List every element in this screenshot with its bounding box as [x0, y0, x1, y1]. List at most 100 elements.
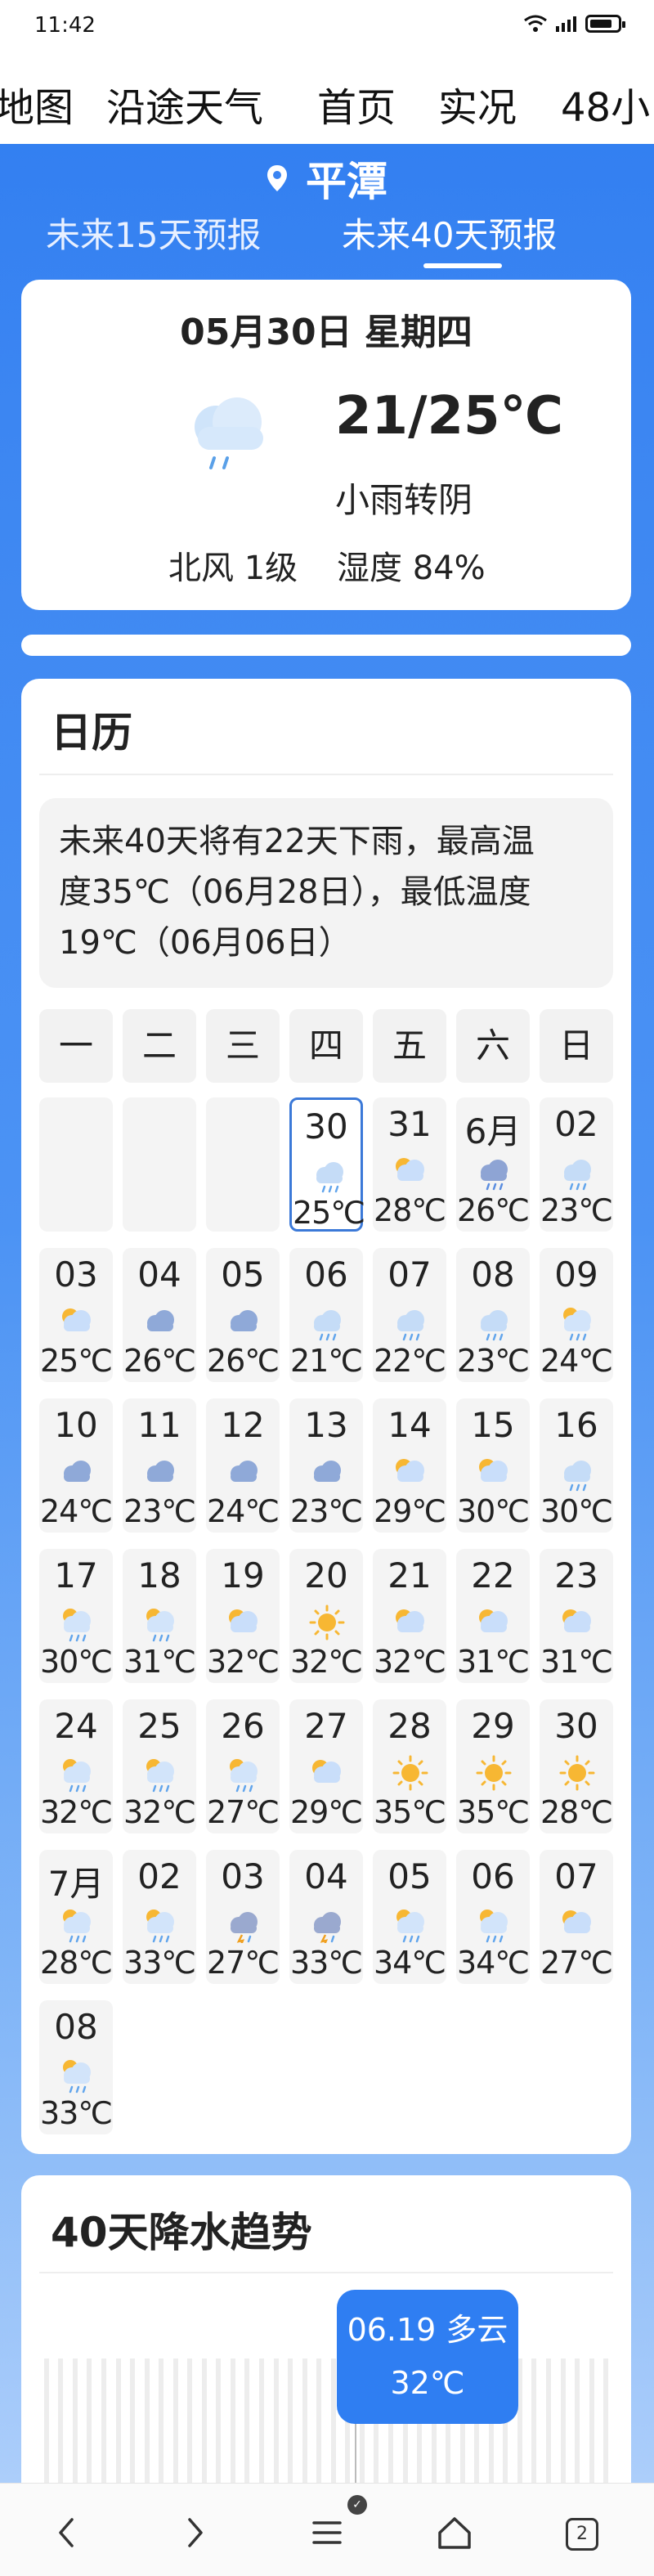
day-temp: 23℃ [123, 1493, 196, 1529]
status-bar: 11:42 [0, 0, 654, 54]
calendar-day-cell[interactable]: 10 24℃ [39, 1398, 113, 1533]
day-temp: 25℃ [39, 1343, 113, 1379]
tab-home[interactable]: 首页 [317, 75, 396, 132]
tab-40-day-forecast[interactable]: 未来40天预报 [342, 208, 557, 258]
tab-live[interactable]: 实况 [438, 75, 517, 132]
day-temp: 30℃ [540, 1493, 613, 1529]
day-temp: 28℃ [373, 1192, 446, 1228]
calendar-day-cell[interactable]: 03 25℃ [39, 1248, 113, 1382]
calendar-day-cell[interactable]: 30 25℃ [289, 1097, 365, 1232]
location-header[interactable]: 平潭 [0, 149, 654, 208]
weekday-label: 二 [123, 1009, 196, 1083]
partly-cloudy-icon [562, 1609, 591, 1632]
partly-cloudy-icon [396, 1459, 424, 1482]
calendar-day-cell[interactable]: 07 22℃ [373, 1248, 446, 1382]
day-temp: 24℃ [39, 1493, 113, 1529]
calendar-day-cell[interactable]: 12 24℃ [206, 1398, 280, 1533]
sun-rain-icon [146, 1910, 174, 1943]
calendar-day-cell[interactable]: 23 31℃ [540, 1549, 613, 1683]
back-icon[interactable] [43, 2508, 92, 2557]
day-number: 22 [471, 1555, 515, 1595]
calendar-day-cell[interactable]: 22 31℃ [456, 1549, 530, 1683]
empty-day-cell [39, 1097, 113, 1232]
calendar-day-cell[interactable]: 19 32℃ [206, 1549, 280, 1683]
selected-day-card: 05月30日 星期四 21/25℃ 小雨转阴 北风 1级 湿度 84% [21, 280, 631, 610]
day-number: 06 [471, 1856, 515, 1896]
calendar-day-cell[interactable]: 20 32℃ [289, 1549, 363, 1683]
home-icon[interactable] [430, 2508, 479, 2557]
calendar-day-cell[interactable]: 26 27℃ [206, 1699, 280, 1833]
calendar-day-cell[interactable]: 03 27℃ [206, 1850, 280, 1984]
calendar-day-cell[interactable]: 05 26℃ [206, 1248, 280, 1382]
day-number: 31 [387, 1104, 432, 1144]
calendar-day-cell[interactable]: 29 35℃ [456, 1699, 530, 1833]
calendar-day-cell[interactable]: 04 33℃ [289, 1850, 363, 1984]
day-temp: 33℃ [39, 2095, 113, 2131]
day-number: 04 [137, 1254, 181, 1295]
calendar-day-cell[interactable]: 25 32℃ [123, 1699, 196, 1833]
light-rain-icon [316, 1162, 343, 1193]
tab-48-hours[interactable]: 48小 [561, 75, 650, 132]
day-number: 18 [137, 1555, 181, 1595]
summary-line: 度35℃（06月28日），最低温度 [59, 873, 531, 911]
day-number: 08 [54, 2007, 98, 2047]
calendar-day-cell[interactable]: 17 30℃ [39, 1549, 113, 1683]
selected-wind: 北风 1级 [168, 550, 298, 587]
calendar-day-cell[interactable]: 05 34℃ [373, 1850, 446, 1984]
calendar-day-cell[interactable]: 15 30℃ [456, 1398, 530, 1533]
calendar-day-cell[interactable]: 27 29℃ [289, 1699, 363, 1833]
tabs-count-button[interactable]: 2 [566, 2518, 598, 2551]
day-temp: 33℃ [289, 1945, 363, 1981]
day-temp: 23℃ [456, 1343, 530, 1379]
cloudy-icon [147, 1310, 174, 1331]
sun-icon [476, 1755, 512, 1791]
light-rain-icon [397, 1310, 424, 1341]
forecast-tabs: 未来15天预报 未来40天预报 [0, 208, 654, 273]
day-number: 03 [221, 1856, 265, 1896]
calendar-day-cell[interactable]: 6月 26℃ [456, 1097, 530, 1232]
tab-map[interactable]: 地图 [0, 75, 74, 132]
calendar-day-cell[interactable]: 30 28℃ [540, 1699, 613, 1833]
calendar-day-cell[interactable]: 02 23℃ [540, 1097, 613, 1232]
selected-date: 05月30日 星期四 [180, 312, 473, 353]
calendar-day-cell[interactable]: 31 28℃ [373, 1097, 446, 1232]
calendar-day-cell[interactable]: 13 23℃ [289, 1398, 363, 1533]
menu-icon[interactable] [302, 2508, 352, 2557]
calendar-day-cell[interactable]: 28 35℃ [373, 1699, 446, 1833]
partly-cloudy-icon [562, 1910, 591, 1933]
calendar-day-cell[interactable]: 02 33℃ [123, 1850, 196, 1984]
calendar-day-cell[interactable]: 04 26℃ [123, 1248, 196, 1382]
weekday-label: 六 [456, 1009, 530, 1083]
calendar-day-cell[interactable]: 07 27℃ [540, 1850, 613, 1984]
day-temp: 23℃ [540, 1192, 613, 1228]
day-number: 17 [54, 1555, 98, 1595]
tab-15-day-forecast[interactable]: 未来15天预报 [46, 208, 261, 258]
calendar-day-cell[interactable]: 11 23℃ [123, 1398, 196, 1533]
tab-route-weather[interactable]: 沿途天气 [106, 75, 263, 132]
calendar-day-cell[interactable]: 24 32℃ [39, 1699, 113, 1833]
day-number: 19 [221, 1555, 265, 1595]
location-name: 平潭 [306, 158, 387, 205]
weekday-label: 四 [289, 1009, 363, 1083]
sun-rain-icon [563, 1308, 591, 1341]
sun-rain-icon [63, 1609, 91, 1642]
forward-icon[interactable] [170, 2508, 219, 2557]
day-number: 28 [387, 1706, 432, 1746]
day-temp: 35℃ [373, 1794, 446, 1830]
calendar-day-cell[interactable]: 14 29℃ [373, 1398, 446, 1533]
calendar-day-cell[interactable]: 09 24℃ [540, 1248, 613, 1382]
calendar-day-cell[interactable]: 08 33℃ [39, 2000, 113, 2134]
calendar-day-cell[interactable]: 21 32℃ [373, 1549, 446, 1683]
day-temp: 30℃ [39, 1644, 113, 1680]
cloudy-icon [231, 1310, 258, 1331]
divider [39, 774, 613, 775]
calendar-day-cell[interactable]: 18 31℃ [123, 1549, 196, 1683]
calendar-day-cell[interactable]: 06 21℃ [289, 1248, 363, 1382]
thunderstorm-icon [231, 1912, 258, 1943]
calendar-day-cell[interactable]: 7月 28℃ [39, 1850, 113, 1984]
calendar-day-cell[interactable]: 06 34℃ [456, 1850, 530, 1984]
day-number: 05 [387, 1856, 432, 1896]
calendar-day-cell[interactable]: 08 23℃ [456, 1248, 530, 1382]
thunderstorm-icon [314, 1912, 341, 1943]
calendar-day-cell[interactable]: 16 30℃ [540, 1398, 613, 1533]
